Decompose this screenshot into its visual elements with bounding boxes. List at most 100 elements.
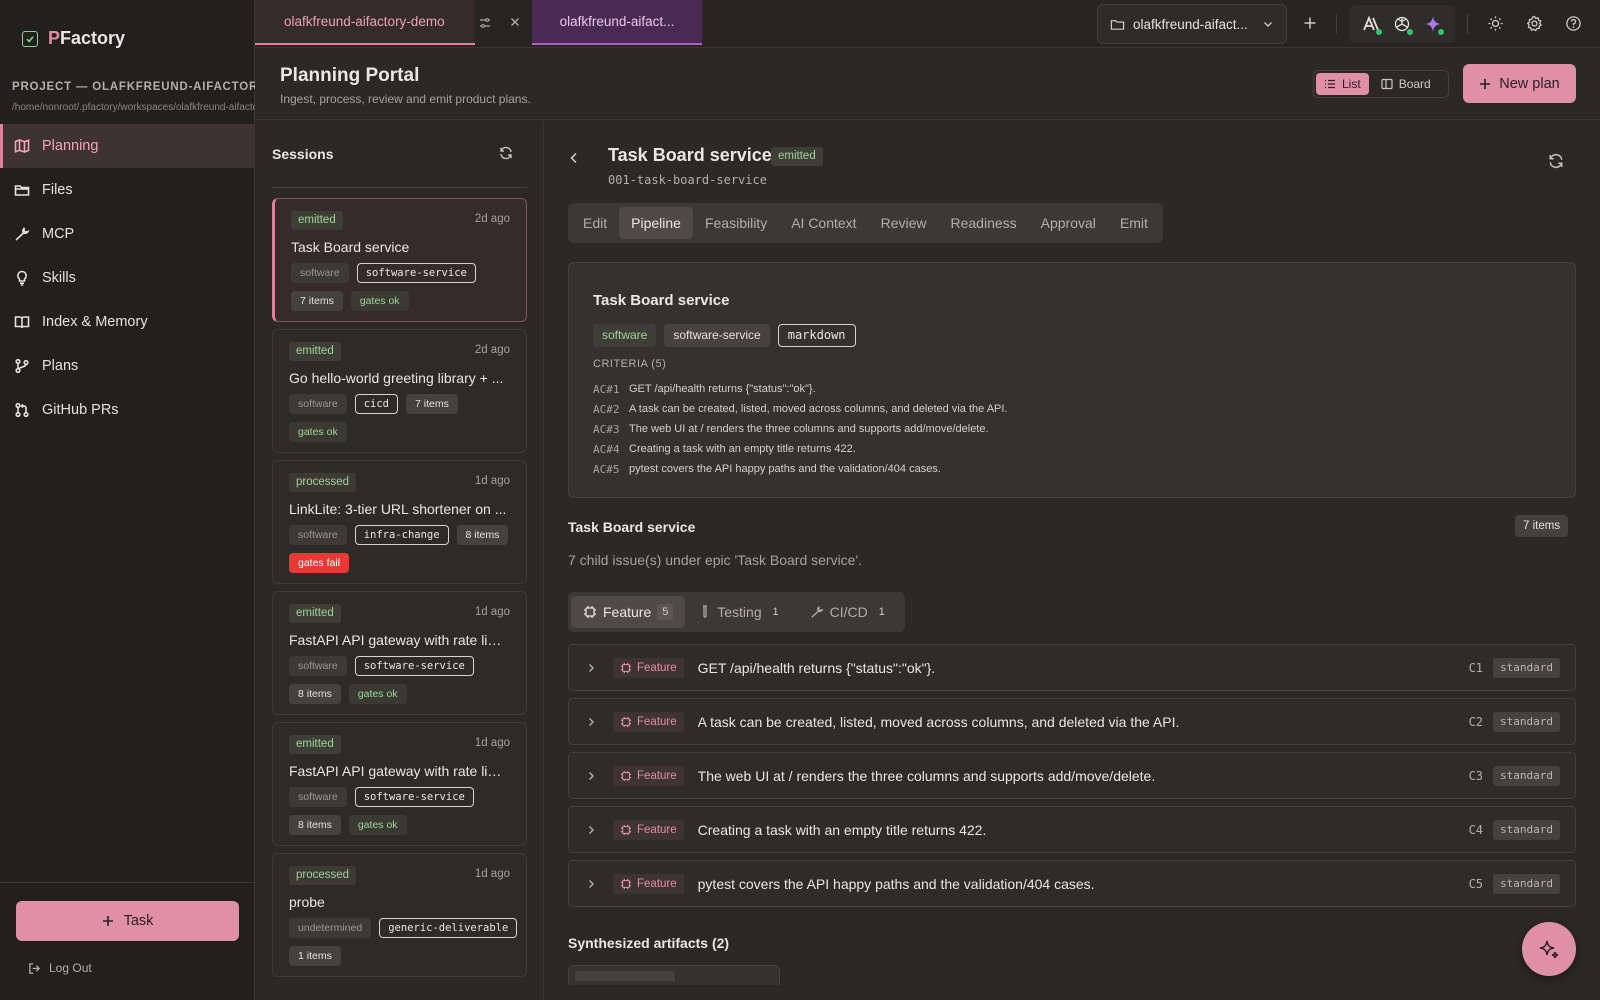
tab-workspace-active[interactable]: olafkfreund-aifact... <box>532 0 702 45</box>
sidebar-item-skills[interactable]: Skills <box>0 256 255 300</box>
issue-type-badge: Feature <box>613 819 684 840</box>
ai-assistant-button[interactable] <box>1522 922 1576 976</box>
epic-description: 7 child issue(s) under epic 'Task Board … <box>568 552 863 568</box>
kind-chip: software <box>289 656 347 676</box>
tab-readiness[interactable]: Readiness <box>938 207 1028 239</box>
gemini-icon[interactable] <box>1423 14 1445 35</box>
sidebar-nav: Planning Files MCP Skills Index & Memory… <box>0 124 255 432</box>
sidebar-item-label: Index & Memory <box>42 314 148 330</box>
chevron-right-icon[interactable] <box>585 878 605 890</box>
divider <box>1336 14 1337 34</box>
sidebar-item-github-prs[interactable]: GitHub PRs <box>0 388 255 432</box>
issue-row[interactable]: Feature pytest covers the API happy paths… <box>568 860 1576 907</box>
tab-review[interactable]: Review <box>869 207 939 239</box>
back-icon[interactable] <box>567 151 581 165</box>
board-icon <box>1381 78 1393 90</box>
tab-emit[interactable]: Emit <box>1108 207 1160 239</box>
wrench-icon <box>15 227 30 241</box>
session-card[interactable]: processed 1d ago probe undetermined generic-… <box>272 853 527 977</box>
tab-testing[interactable]: Testing 1 <box>687 596 795 628</box>
sidebar-item-files[interactable]: Files <box>0 168 255 212</box>
tab-feasibility[interactable]: Feasibility <box>693 207 779 239</box>
chevron-right-icon[interactable] <box>585 824 605 836</box>
session-title: probe <box>289 894 325 910</box>
issue-row[interactable]: Feature A task can be created, listed, mo… <box>568 698 1576 745</box>
close-icon[interactable] <box>509 16 521 28</box>
issue-type-label: Feature <box>637 661 677 674</box>
logout-icon <box>29 962 41 974</box>
criterion-row: AC#1 GET /api/health returns {"status":"o… <box>593 379 1553 399</box>
plus-icon <box>1480 78 1491 89</box>
tab-pipeline[interactable]: Pipeline <box>619 207 693 239</box>
kind-chip: software <box>291 263 349 283</box>
new-task-button[interactable]: Task <box>16 901 239 941</box>
tab-count: 5 <box>657 604 674 620</box>
criterion-text: GET /api/health returns {"status":"ok"}. <box>629 383 816 395</box>
issue-type-badge: Feature <box>613 765 684 786</box>
session-card[interactable]: emitted 2d ago Go hello-world greeting lib… <box>272 329 527 453</box>
tab-edit[interactable]: Edit <box>571 207 619 239</box>
kind-chip: software <box>593 324 657 347</box>
tab-workspace-demo[interactable]: olafkfreund-aifactory-demo <box>255 0 475 45</box>
issue-type-label: Feature <box>637 823 677 836</box>
chevron-right-icon[interactable] <box>585 662 605 674</box>
tab-label: CI/CD <box>829 604 868 620</box>
split-icon[interactable] <box>478 16 492 30</box>
session-card[interactable]: emitted 1d ago FastAPI API gateway with ra… <box>272 591 527 715</box>
artifact-tab[interactable] <box>575 971 675 981</box>
criterion-row: AC#4 Creating a task with an empty title … <box>593 439 1553 459</box>
status-badge: emitted <box>289 342 341 361</box>
brand[interactable]: PFactory <box>22 28 125 49</box>
map-icon <box>14 139 30 153</box>
logout-link[interactable]: Log Out <box>28 961 92 975</box>
sidebar-item-mcp[interactable]: MCP <box>0 212 255 256</box>
view-board-label: Board <box>1398 77 1431 91</box>
issue-row[interactable]: Feature The web UI at / renders the three… <box>568 752 1576 799</box>
session-card[interactable]: processed 1d ago LinkLite: 3-tier URL shor… <box>272 460 527 584</box>
session-title: FastAPI API gateway with rate lim... <box>289 632 509 648</box>
criterion-text: The web UI at / renders the three column… <box>629 423 989 435</box>
criterion-row: AC#3 The web UI at / renders the three co… <box>593 419 1553 439</box>
view-list-button[interactable]: List <box>1316 73 1369 95</box>
new-plan-button[interactable]: New plan <box>1463 64 1576 103</box>
format-chip: markdown <box>777 324 856 347</box>
tab-ai-context[interactable]: AI Context <box>779 207 868 239</box>
session-card[interactable]: emitted 1d ago FastAPI API gateway with ra… <box>272 722 527 846</box>
chevron-right-icon[interactable] <box>585 770 605 782</box>
tab-cicd[interactable]: CI/CD 1 <box>798 596 902 628</box>
session-age: 1d ago <box>474 475 510 487</box>
tag-chip: software-service <box>354 656 474 676</box>
session-age: 1d ago <box>474 737 510 749</box>
issue-title: GET /api/health returns {"status":"ok"}. <box>697 659 936 676</box>
tab-label: Feature <box>603 604 652 620</box>
tab-approval[interactable]: Approval <box>1029 207 1108 239</box>
gear-icon[interactable] <box>1526 15 1543 32</box>
session-card[interactable]: emitted 2d ago Task Board service software s… <box>272 198 527 322</box>
refresh-icon[interactable] <box>499 146 513 160</box>
add-workspace-icon[interactable] <box>1303 16 1317 30</box>
sidebar-item-planning[interactable]: Planning <box>0 124 255 168</box>
view-list-label: List <box>1342 77 1361 91</box>
fail-chip: gates fail <box>289 553 350 573</box>
anthropic-icon[interactable] <box>1361 14 1382 35</box>
issue-row[interactable]: Feature GET /api/health returns {"status"… <box>568 644 1576 691</box>
refresh-icon[interactable] <box>1548 153 1564 169</box>
criterion-row: AC#5 pytest covers the API happy paths an… <box>593 459 1553 479</box>
sidebar-item-index-memory[interactable]: Index & Memory <box>0 300 255 344</box>
issue-row[interactable]: Feature Creating a task with an empty tit… <box>568 806 1576 853</box>
tab-feature[interactable]: Feature 5 <box>571 596 686 628</box>
sun-icon[interactable] <box>1487 15 1504 32</box>
sidebar-item-label: Planning <box>42 138 99 154</box>
sidebar-item-label: MCP <box>42 226 75 242</box>
project-path: /home/nonroot/.pfactory/workspaces/olafk… <box>12 102 255 113</box>
plan-slug: 001-task-board-service <box>608 173 767 187</box>
chevron-right-icon[interactable] <box>585 716 605 728</box>
help-icon[interactable] <box>1565 15 1582 32</box>
openai-icon[interactable] <box>1392 14 1413 35</box>
criteria-list: AC#1 GET /api/health returns {"status":"o… <box>593 379 1553 479</box>
view-board-button[interactable]: Board <box>1373 73 1439 95</box>
sidebar-item-plans[interactable]: Plans <box>0 344 255 388</box>
criterion-id: AC#5 <box>593 462 620 476</box>
tab-label: olafkfreund-aifact... <box>559 14 675 29</box>
workspace-select[interactable]: olafkfreund-aifact... <box>1097 4 1287 44</box>
